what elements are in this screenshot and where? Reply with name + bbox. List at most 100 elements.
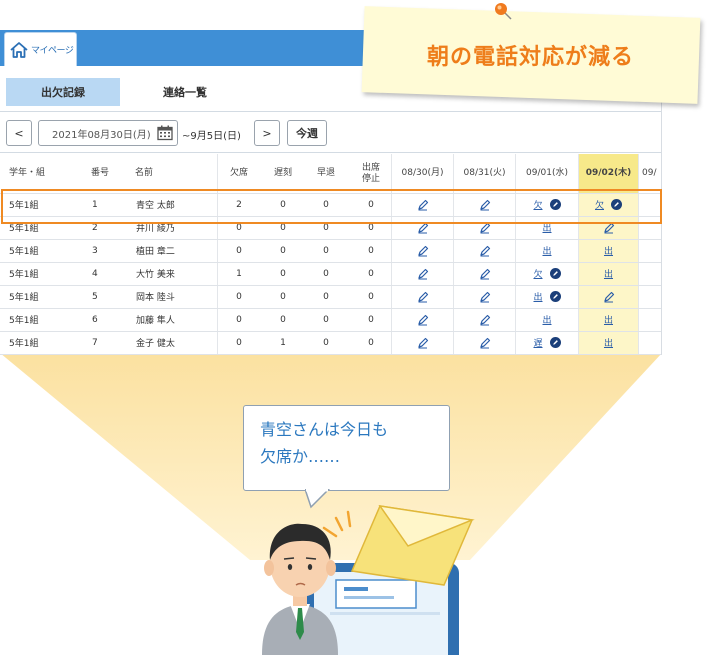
date-range-end: ~9月5日(日) — [182, 131, 241, 142]
status-0901[interactable]: 欠 — [516, 262, 578, 285]
prev-week-button[interactable]: < — [6, 120, 32, 146]
pen-icon[interactable] — [417, 314, 429, 326]
status-0902[interactable]: 出 — [579, 308, 638, 331]
speech-line-2: 欠席か…… — [260, 447, 341, 466]
status-0901[interactable]: 出 — [516, 239, 578, 262]
cell-suspend: 0 — [368, 314, 374, 325]
cell-class: 5年1組 — [9, 270, 39, 280]
status-0901[interactable]: 遅 — [516, 331, 578, 354]
cell-suspend: 0 — [368, 245, 374, 256]
cell-class: 5年1組 — [9, 247, 39, 257]
header-absent: 欠席 — [229, 168, 248, 178]
cell-number: 4 — [92, 268, 98, 279]
speech-bubble: 青空さんは今日も 欠席か…… — [243, 405, 450, 491]
highlighted-row-frame — [1, 189, 662, 224]
attendance-status-link[interactable]: 遅 — [533, 336, 542, 349]
tab-attendance[interactable]: 出欠記録 — [6, 78, 120, 106]
cell-absent: 0 — [236, 291, 242, 302]
cell-number: 6 — [92, 314, 98, 325]
pen-icon[interactable] — [479, 268, 491, 280]
edit-0831[interactable] — [454, 262, 515, 285]
cell-number: 3 — [92, 245, 98, 256]
calendar-icon[interactable] — [157, 125, 173, 144]
header-date-0902[interactable]: 09/02(木) — [579, 154, 638, 193]
cell-late: 0 — [280, 291, 286, 302]
attendance-table: 学年・組 番号 名前 欠席 遅刻 早退 出席 停止 08/30(月) 08/31… — [0, 154, 661, 355]
edit-0831[interactable] — [454, 308, 515, 331]
attendance-status-link[interactable]: 出 — [604, 267, 613, 280]
attendance-status-link[interactable]: 出 — [533, 290, 542, 303]
edit-0830[interactable] — [392, 239, 453, 262]
pen-icon[interactable] — [479, 291, 491, 303]
header-late: 遅刻 — [273, 168, 292, 178]
pen-icon[interactable] — [417, 268, 429, 280]
attendance-status-link[interactable]: 出 — [542, 244, 551, 257]
cell-late: 0 — [280, 314, 286, 325]
tab-contacts[interactable]: 連絡一覧 — [130, 78, 240, 106]
teacher-illustration — [262, 504, 475, 655]
attendance-status-link[interactable]: 出 — [604, 336, 613, 349]
next-week-button[interactable]: > — [254, 120, 280, 146]
edit-0831[interactable] — [454, 331, 515, 354]
cell-absent: 0 — [236, 314, 242, 325]
attendance-status-link[interactable]: 出 — [604, 313, 613, 326]
badge-icon[interactable] — [549, 268, 561, 279]
header-name: 名前 — [135, 168, 154, 178]
cell-class: 5年1組 — [9, 339, 39, 349]
cell-late: 0 — [280, 268, 286, 279]
header-date-0830[interactable]: 08/30(月) — [392, 154, 453, 193]
date-value: 2021年08月30日(月) — [52, 129, 151, 141]
pen-icon[interactable] — [603, 291, 615, 303]
cell-class: 5年1組 — [9, 293, 39, 303]
edit-0831[interactable] — [454, 239, 515, 262]
pen-icon[interactable] — [417, 291, 429, 303]
cell-early: 0 — [323, 268, 329, 279]
cell-suspend: 0 — [368, 291, 374, 302]
edit-0830[interactable] — [392, 262, 453, 285]
header-suspend-line1: 出席 — [361, 162, 380, 173]
header-date-0903[interactable]: 09/ — [642, 154, 661, 193]
cell-suspend: 0 — [368, 268, 374, 279]
badge-icon[interactable] — [549, 291, 561, 302]
attendance-status-link[interactable]: 出 — [542, 313, 551, 326]
attendance-status-link[interactable]: 欠 — [533, 267, 542, 280]
cell-late: 1 — [280, 337, 286, 348]
status-0902[interactable]: 出 — [579, 331, 638, 354]
badge-icon[interactable] — [549, 337, 561, 348]
status-0901[interactable]: 出 — [516, 285, 578, 308]
pen-icon[interactable] — [417, 337, 429, 349]
attendance-status-link[interactable]: 出 — [604, 244, 613, 257]
pen-icon[interactable] — [417, 245, 429, 257]
cell-number: 5 — [92, 291, 98, 302]
pen-icon[interactable] — [479, 245, 491, 257]
cell-name: 加藤 隼人 — [136, 316, 175, 326]
mypage-label: マイページ — [31, 46, 74, 56]
status-0902[interactable]: 出 — [579, 262, 638, 285]
edit-0830[interactable] — [392, 331, 453, 354]
header-suspend: 出席 停止 — [350, 154, 392, 193]
mypage-button[interactable]: マイページ — [4, 32, 77, 66]
header-number: 番号 — [91, 168, 110, 178]
edit-0830[interactable] — [392, 285, 453, 308]
cell-early: 0 — [323, 291, 329, 302]
header-date-0831[interactable]: 08/31(火) — [454, 154, 515, 193]
cell-number: 7 — [92, 337, 98, 348]
date-input[interactable]: 2021年08月30日(月) — [38, 120, 178, 146]
cell-late: 0 — [280, 245, 286, 256]
cell-absent: 1 — [236, 268, 242, 279]
headline-text: 朝の電話対応が減る — [427, 44, 635, 70]
header-suspend-line2: 停止 — [361, 173, 380, 184]
cell-early: 0 — [323, 245, 329, 256]
pen-icon[interactable] — [479, 314, 491, 326]
status-0902[interactable]: 出 — [579, 239, 638, 262]
status-0902[interactable] — [579, 285, 638, 308]
home-icon — [9, 41, 29, 59]
status-0901[interactable]: 出 — [516, 308, 578, 331]
edit-0831[interactable] — [454, 285, 515, 308]
cell-early: 0 — [323, 337, 329, 348]
this-week-button[interactable]: 今週 — [287, 120, 327, 146]
pen-icon[interactable] — [479, 337, 491, 349]
edit-0830[interactable] — [392, 308, 453, 331]
header-date-0901[interactable]: 09/01(水) — [516, 154, 578, 193]
header-early: 早退 — [316, 168, 335, 178]
